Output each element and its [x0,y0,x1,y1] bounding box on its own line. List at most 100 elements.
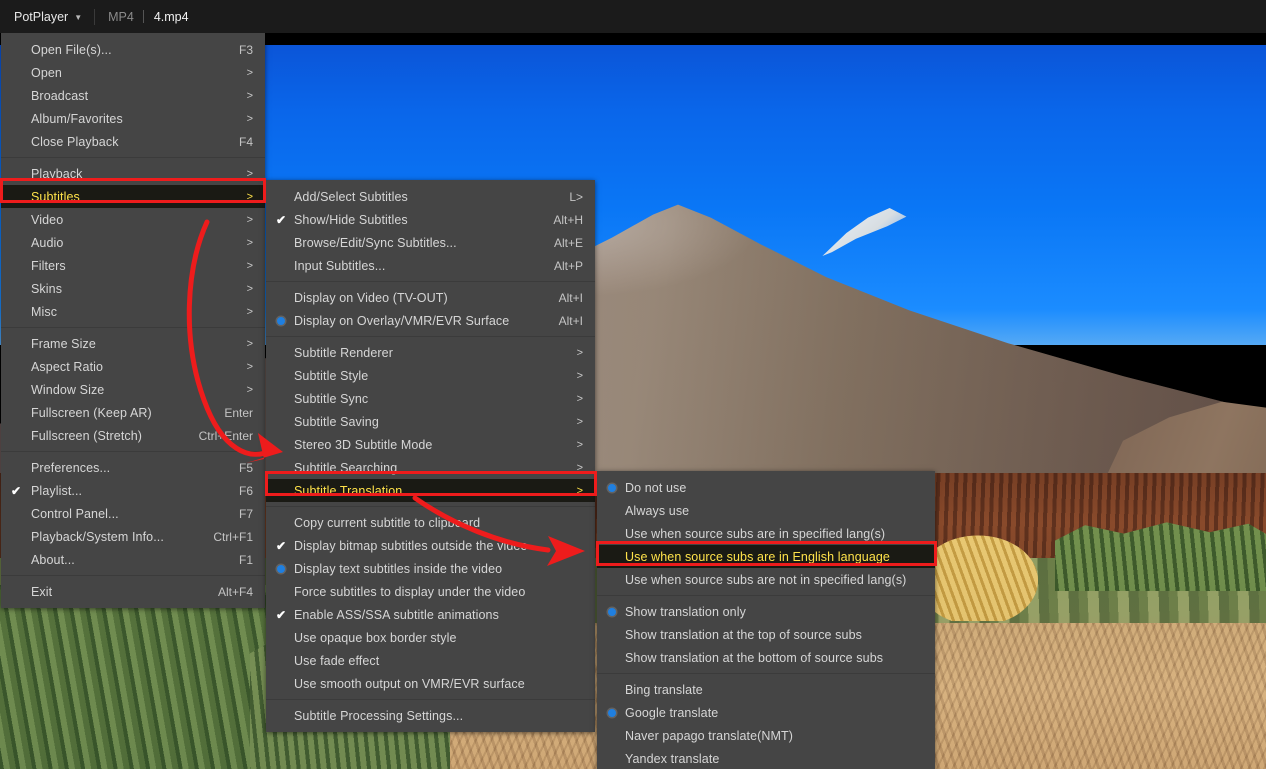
menu-item-label: Enable ASS/SSA subtitle animations [294,607,499,622]
menu-item-label: Do not use [625,480,687,495]
menu-item[interactable]: Playback > [1,162,265,185]
translation-submenu[interactable]: Do not use Always use Use when source subs… [597,471,935,769]
menu-item[interactable]: ✔ Enable ASS/SSA subtitle animations [266,603,595,626]
menu-item[interactable]: Bing translate [597,678,935,701]
menu-item[interactable]: Aspect Ratio > [1,355,265,378]
checkmark-icon: ✔ [275,607,287,622]
menu-item-label: Preferences... [31,460,111,475]
menu-item-shortcut: F3 [238,42,253,57]
menu-item[interactable]: Frame Size > [1,332,265,355]
menu-item[interactable]: Subtitle Sync > [266,387,595,410]
menu-item-label: Audio [31,235,64,250]
menu-item[interactable]: ✔ Display bitmap subtitles outside the vi… [266,534,595,557]
menu-item[interactable]: Broadcast > [1,84,265,107]
menu-item[interactable]: Add/Select Subtitles L> [266,185,595,208]
title-bar: PotPlayer ▼ MP4 4.mp4 [0,0,1266,33]
menu-item-label: Aspect Ratio [31,359,104,374]
app-menu-button[interactable]: PotPlayer ▼ [0,0,94,33]
media-filename-label: 4.mp4 [153,9,189,24]
menu-item[interactable]: Open > [1,61,265,84]
menu-item[interactable]: Display on Video (TV-OUT) Alt+I [266,286,595,309]
menu-item-label: Subtitle Processing Settings... [294,708,464,723]
menu-item[interactable]: Use fade effect [266,649,595,672]
menu-item[interactable]: Subtitle Renderer > [266,341,595,364]
menu-item[interactable]: Exit Alt+F4 [1,580,265,603]
menu-item[interactable]: Use when source subs are in English lang… [597,545,935,568]
menu-item[interactable]: ✔ Show/Hide Subtitles Alt+H [266,208,595,231]
menu-item[interactable]: Fullscreen (Stretch) Ctrl+Enter [1,424,265,447]
menu-item-label: Add/Select Subtitles [294,189,408,204]
menu-item[interactable]: Google translate [597,701,935,724]
menu-item[interactable]: ✔ Playlist... F6 [1,479,265,502]
menu-item[interactable]: Control Panel... F7 [1,502,265,525]
menu-item[interactable]: Stereo 3D Subtitle Mode > [266,433,595,456]
menu-item-label: Open File(s)... [31,42,112,57]
menu-item[interactable]: Window Size > [1,378,265,401]
menu-item-shortcut: Ctrl+F1 [213,529,253,544]
menu-item[interactable]: Video > [1,208,265,231]
menu-item[interactable]: Close Playback F4 [1,130,265,153]
menu-item[interactable]: Use when source subs are in specified la… [597,522,935,545]
menu-item[interactable]: Browse/Edit/Sync Subtitles... Alt+E [266,231,595,254]
menu-item[interactable]: Naver papago translate(NMT) [597,724,935,747]
menu-item-label: Subtitles [31,189,80,204]
menu-item[interactable]: Always use [597,499,935,522]
subtitles-submenu[interactable]: Add/Select Subtitles L> ✔ Show/Hide Subtitl… [266,180,595,732]
menu-item-shortcut: Enter [224,405,253,420]
menu-item[interactable]: Preferences... F5 [1,456,265,479]
menu-item[interactable]: Do not use [597,476,935,499]
menu-item-shortcut: Alt+P [553,258,583,273]
menu-item[interactable]: Use opaque box border style [266,626,595,649]
menu-item[interactable]: Subtitle Processing Settings... [266,704,595,727]
menu-item-shortcut: F4 [238,134,253,149]
menu-item[interactable]: Show translation at the top of source su… [597,623,935,646]
menu-item[interactable]: Subtitle Saving > [266,410,595,433]
menu-item-label: Display bitmap subtitles outside the vid… [294,538,528,553]
menu-item-shortcut: Alt+I [558,313,583,328]
menu-item[interactable]: Show translation at the bottom of source… [597,646,935,669]
menu-item[interactable]: Input Subtitles... Alt+P [266,254,595,277]
radio-dot-icon [606,701,618,724]
menu-item[interactable]: Use when source subs are not in specifie… [597,568,935,591]
submenu-arrow-icon: > [246,167,253,180]
menu-item-label: Broadcast [31,88,89,103]
radio-dot-icon [275,557,287,580]
menu-separator [1,157,265,158]
menu-item[interactable]: Display on Overlay/VMR/EVR Surface Alt+I [266,309,595,332]
menu-item[interactable]: Playback/System Info... Ctrl+F1 [1,525,265,548]
submenu-arrow-icon: > [576,392,583,405]
menu-item-label: Album/Favorites [31,111,123,126]
menu-item[interactable]: Open File(s)... F3 [1,38,265,61]
menu-item[interactable]: Subtitle Translation > [266,479,595,502]
menu-item[interactable]: Show translation only [597,600,935,623]
chevron-down-icon[interactable]: ▼ [74,13,82,22]
menu-item[interactable]: Audio > [1,231,265,254]
submenu-arrow-icon: > [246,190,253,203]
menu-item[interactable]: Album/Favorites > [1,107,265,130]
submenu-arrow-icon: > [576,484,583,497]
menu-item-label: Stereo 3D Subtitle Mode [294,437,433,452]
submenu-arrow-icon: > [246,282,253,295]
submenu-arrow-icon: > [246,383,253,396]
menu-item[interactable]: Subtitle Style > [266,364,595,387]
checkmark-icon: ✔ [10,483,22,498]
menu-item[interactable]: Filters > [1,254,265,277]
menu-item[interactable]: Yandex translate [597,747,935,769]
menu-item-shortcut: Alt+F4 [217,584,253,599]
menu-item[interactable]: About... F1 [1,548,265,571]
main-menu[interactable]: Open File(s)... F3 Open > Broadcast > Album/Fa… [1,33,265,608]
menu-item-label: Show/Hide Subtitles [294,212,408,227]
menu-item[interactable]: Use smooth output on VMR/EVR surface [266,672,595,695]
menu-item[interactable]: Skins > [1,277,265,300]
submenu-arrow-icon: > [246,337,253,350]
menu-item[interactable]: Display text subtitles inside the video [266,557,595,580]
menu-item[interactable]: Subtitle Searching > [266,456,595,479]
menu-item[interactable]: Fullscreen (Keep AR) Enter [1,401,265,424]
menu-item-label: Frame Size [31,336,96,351]
menu-item-shortcut: Alt+I [558,290,583,305]
menu-item[interactable]: Subtitles > [1,185,265,208]
menu-item[interactable]: Force subtitles to display under the vid… [266,580,595,603]
menu-item[interactable]: Misc > [1,300,265,323]
menu-item[interactable]: Copy current subtitle to clipboard [266,511,595,534]
menu-item-label: About... [31,552,75,567]
